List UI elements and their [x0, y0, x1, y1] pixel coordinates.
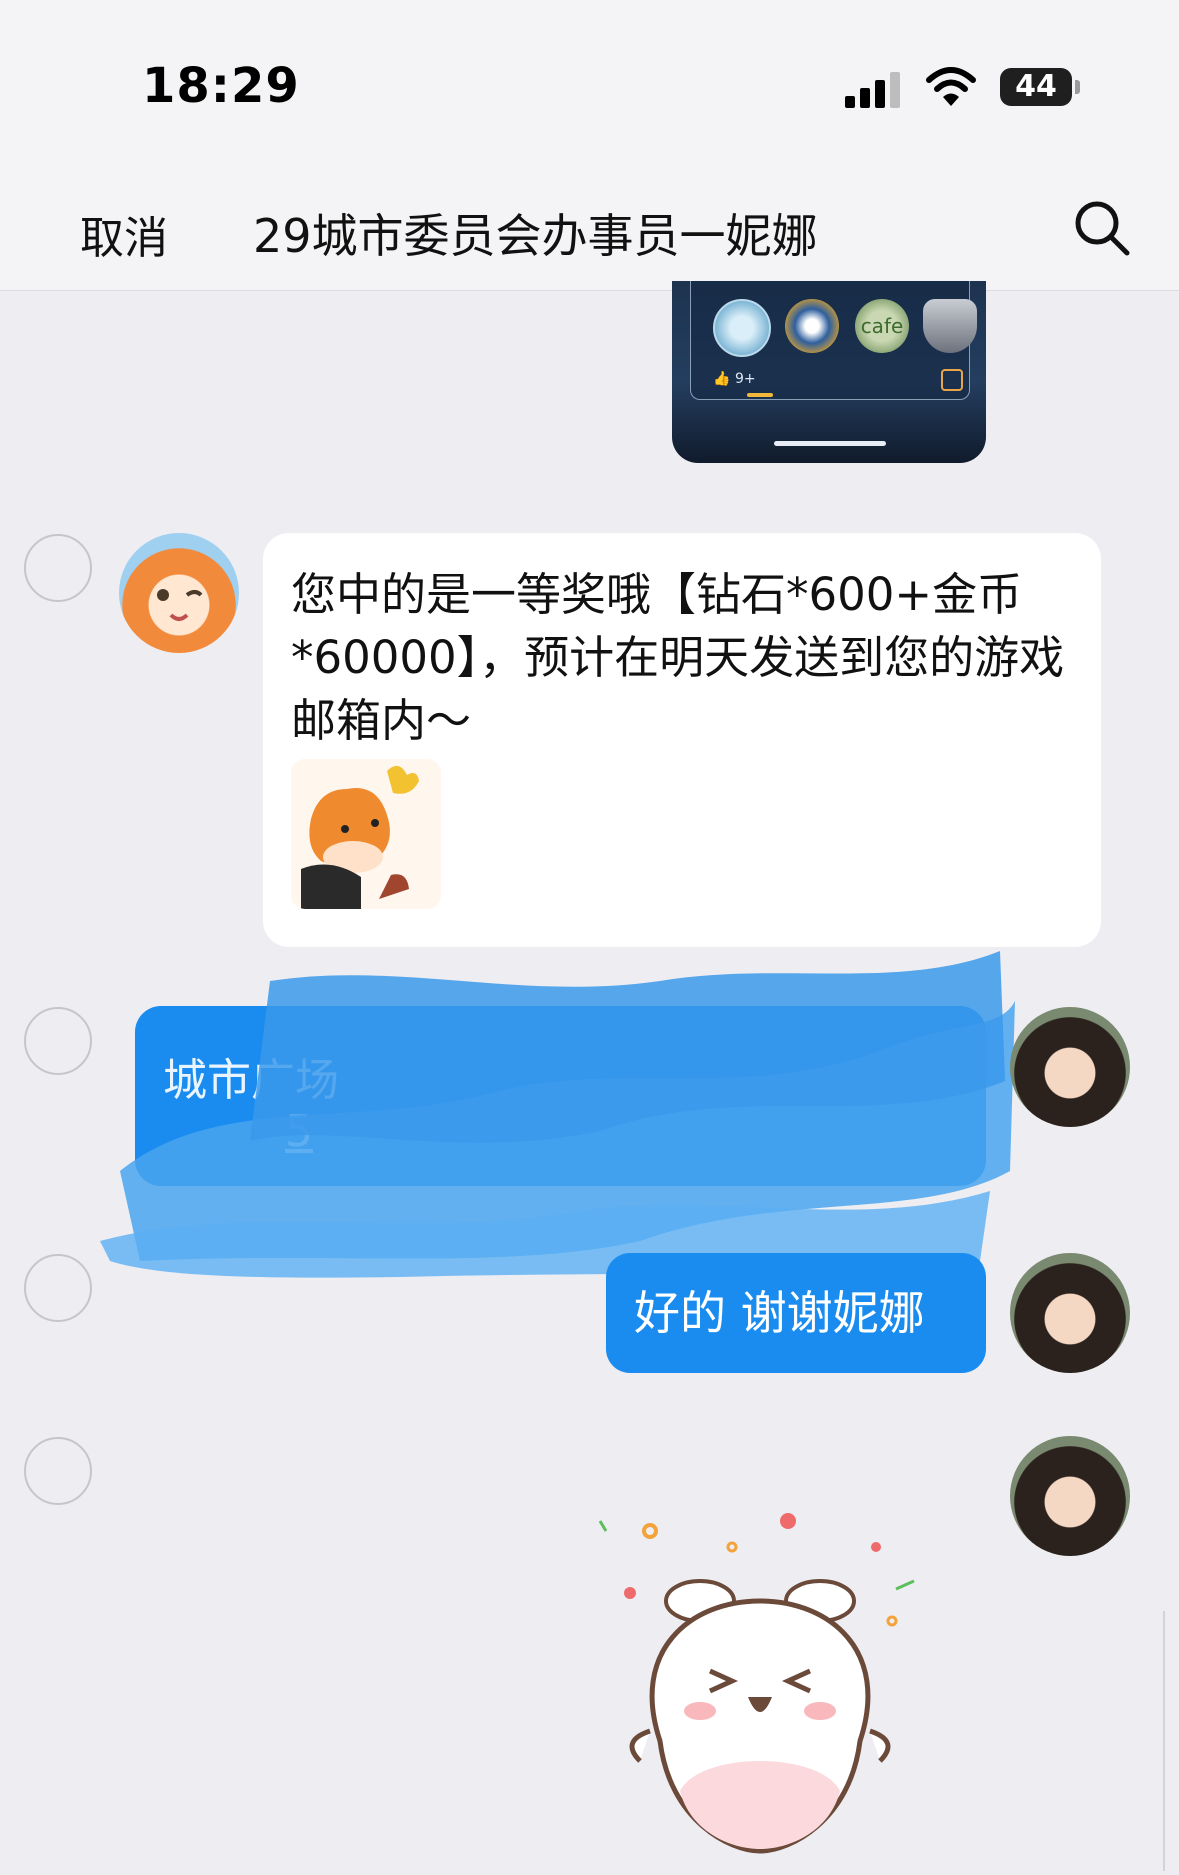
message-text-link[interactable]: 5	[285, 1106, 313, 1157]
avatar-me[interactable]	[1010, 1436, 1130, 1556]
status-time: 18:29	[142, 58, 300, 114]
battery-level: 44	[1015, 69, 1057, 104]
badge-icon	[713, 299, 771, 357]
message-text: 您中的是一等奖哦【钻石*600+金币*60000】，预计在明天发送到您的游戏邮箱…	[291, 568, 1065, 747]
outgoing-message-bubble[interactable]: 好的 谢谢妮娜	[606, 1253, 986, 1373]
nav-bar: 取消 29城市委员会办事员一妮娜	[0, 160, 1179, 291]
avatar-nina[interactable]	[119, 533, 239, 653]
shared-image-message[interactable]: cafe 👍 9+	[672, 281, 986, 463]
select-checkbox[interactable]	[24, 1007, 92, 1075]
like-count: 9+	[735, 371, 756, 387]
message-text: 好的 谢谢妮娜	[634, 1286, 925, 1340]
bunny-sticker[interactable]	[590, 1501, 930, 1871]
avatar-me[interactable]	[1010, 1253, 1130, 1373]
edit-icon	[941, 369, 963, 391]
incoming-message-bubble[interactable]: 您中的是一等奖哦【钻石*600+金币*60000】，预计在明天发送到您的游戏邮箱…	[263, 533, 1101, 947]
select-checkbox[interactable]	[24, 1254, 92, 1322]
home-indicator	[774, 441, 886, 446]
cancel-button[interactable]: 取消	[80, 202, 168, 266]
outgoing-message-bubble[interactable]: 城市广场 5	[135, 1006, 986, 1186]
select-checkbox[interactable]	[24, 1437, 92, 1505]
cellular-signal-icon	[845, 68, 905, 108]
page-indicator	[747, 393, 773, 397]
chat-title: 29城市委员会办事员一妮娜	[253, 209, 818, 263]
battery-icon: 44	[1000, 68, 1080, 106]
status-bar: 18:29 44	[0, 0, 1179, 160]
fox-sticker[interactable]	[291, 759, 441, 909]
cafe-badge: cafe	[855, 299, 909, 353]
avatar-me[interactable]	[1010, 1007, 1130, 1127]
chat-area[interactable]: cafe 👍 9+ 您中的是一等奖哦【钻石*600+金币*60000】，预计在明…	[0, 281, 1179, 1871]
search-icon[interactable]	[1072, 198, 1132, 258]
message-text: 城市广场	[163, 1055, 339, 1106]
wifi-icon	[925, 64, 977, 108]
shield-badge-icon	[923, 299, 977, 353]
shared-image-panel: cafe 👍 9+	[690, 281, 977, 400]
select-checkbox[interactable]	[24, 534, 92, 602]
thumb-up-icon: 👍	[713, 371, 731, 387]
scrollbar[interactable]	[1163, 1611, 1165, 1871]
compass-badge-icon	[785, 299, 839, 353]
